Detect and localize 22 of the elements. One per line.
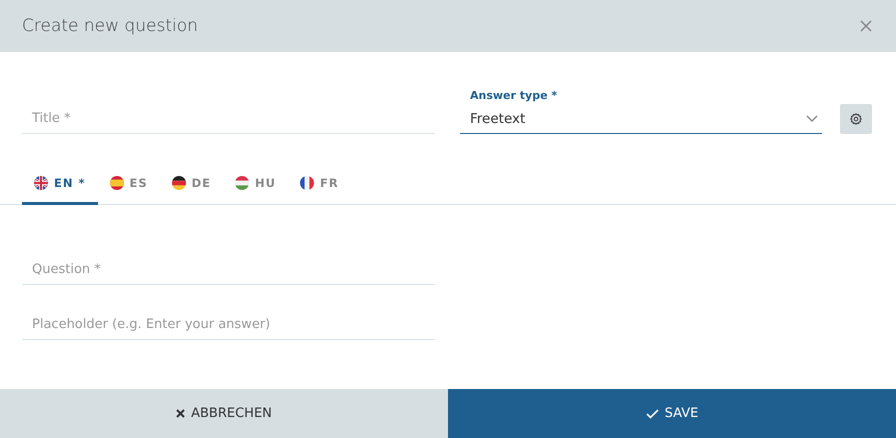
chevron-down-icon [806, 115, 818, 122]
flag-icon [300, 176, 314, 190]
flag-icon [110, 176, 124, 190]
language-tab[interactable]: HU [223, 164, 288, 205]
flag-icon [235, 176, 250, 190]
answer-type-label: Answer type * [469, 89, 558, 104]
settings-button[interactable] [840, 104, 872, 134]
language-tab[interactable]: ES [98, 164, 160, 205]
language-tab[interactable]: EN * [22, 164, 98, 205]
close-icon [860, 20, 872, 32]
answer-type-select[interactable]: Freetext [460, 104, 822, 134]
close-icon [176, 409, 186, 418]
flag-icon [34, 176, 48, 190]
flag-icon [172, 176, 186, 190]
check-icon [646, 408, 659, 418]
language-tab[interactable]: DE [160, 164, 224, 205]
close-button[interactable] [858, 18, 874, 34]
save-button[interactable]: SAVE [448, 389, 896, 438]
language-tab[interactable]: FR [288, 164, 351, 205]
settings-icon [850, 113, 862, 125]
dialog-title: Create new question [22, 16, 198, 36]
cancel-button[interactable]: ABBRECHEN [0, 389, 448, 438]
